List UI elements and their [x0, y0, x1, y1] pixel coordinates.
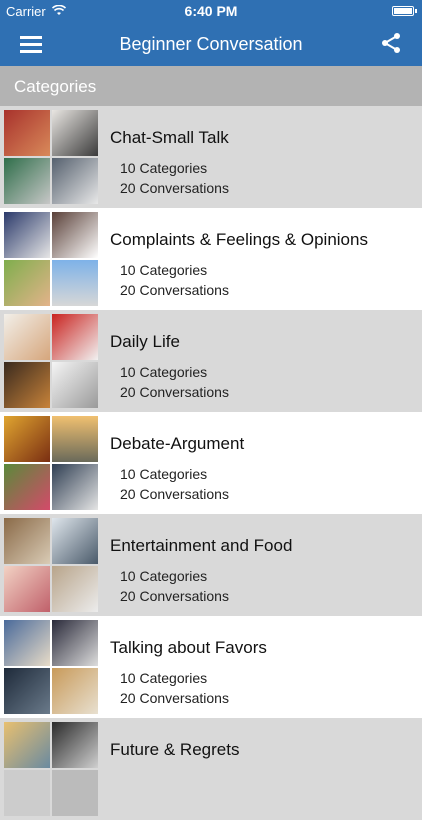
list-item[interactable]: Debate-Argument 10 Categories 20 Convers… — [0, 412, 422, 514]
thumbnail-collage — [4, 722, 98, 816]
list-item-conversations: 20 Conversations — [120, 690, 229, 706]
list-item-title: Daily Life — [110, 332, 180, 351]
battery-icon — [392, 6, 417, 16]
thumbnail-collage — [4, 212, 98, 306]
list-item[interactable]: Complaints & Feelings & Opinions 10 Cate… — [0, 208, 422, 310]
list-item-categories: 10 Categories — [120, 364, 208, 380]
list-item[interactable]: Entertainment and Food 10 Categories 20 … — [0, 514, 422, 616]
thumbnail-collage — [4, 518, 98, 612]
navigation-bar: Beginner Conversation — [0, 22, 422, 66]
share-icon[interactable] — [380, 32, 402, 54]
thumbnail-collage — [4, 416, 98, 510]
list-item-categories: 10 Categories — [120, 160, 208, 176]
list-item-categories: 10 Categories — [120, 670, 208, 686]
list-item-title: Chat-Small Talk — [110, 128, 229, 147]
list-item-categories: 10 Categories — [120, 466, 208, 482]
list-item-conversations: 20 Conversations — [120, 588, 229, 604]
list-item-title: Complaints & Feelings & Opinions — [110, 230, 368, 249]
status-bar: Carrier 6:40 PM — [0, 0, 422, 22]
list-item-title: Entertainment and Food — [110, 536, 293, 555]
list-item-conversations: 20 Conversations — [120, 180, 229, 196]
list-item-title: Talking about Favors — [110, 638, 267, 657]
thumbnail-collage — [4, 314, 98, 408]
page-title: Beginner Conversation — [119, 34, 303, 54]
list-item-title: Debate-Argument — [110, 434, 245, 453]
list-item-categories: 10 Categories — [120, 262, 208, 278]
clock: 6:40 PM — [184, 3, 238, 19]
category-list: Chat-Small Talk 10 Categories 20 Convers… — [0, 106, 422, 820]
list-item-conversations: 20 Conversations — [120, 282, 229, 298]
section-title: Categories — [14, 77, 97, 96]
section-header: Categories — [0, 66, 422, 106]
list-item-title: Future & Regrets — [110, 740, 240, 759]
list-item[interactable]: Talking about Favors 10 Categories 20 Co… — [0, 616, 422, 718]
thumbnail-collage — [4, 110, 98, 204]
list-item-categories: 10 Categories — [120, 568, 208, 584]
list-item-conversations: 20 Conversations — [120, 384, 229, 400]
list-item[interactable]: Daily Life 10 Categories 20 Conversation… — [0, 310, 422, 412]
list-item[interactable]: Future & Regrets — [0, 718, 422, 820]
thumbnail-collage — [4, 620, 98, 714]
list-item-conversations: 20 Conversations — [120, 486, 229, 502]
list-item[interactable]: Chat-Small Talk 10 Categories 20 Convers… — [0, 106, 422, 208]
